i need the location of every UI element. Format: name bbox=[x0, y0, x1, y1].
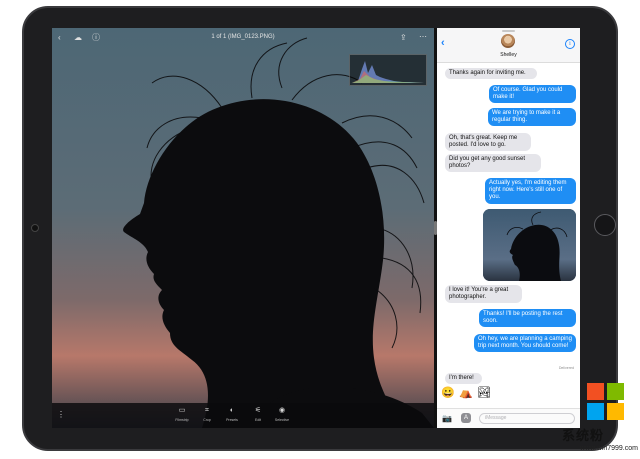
sent-message-bubble[interactable]: Actually yes, I'm editing them right now… bbox=[485, 178, 576, 204]
windows-logo bbox=[587, 383, 627, 423]
watermark-brand: 系统粉 bbox=[562, 429, 605, 444]
logo-square-green bbox=[607, 383, 624, 400]
ipad-screen: ‹ ☁ ⓘ 1 of 1 (IMG_0123.PNG) ⇪ ⋯ ⋮ ▭ Films… bbox=[52, 28, 580, 428]
sent-message-bubble[interactable]: We are trying to make it a regular thing… bbox=[488, 108, 576, 127]
avatar[interactable] bbox=[501, 34, 515, 48]
received-message-bubble[interactable]: I love it! You're a great photographer. bbox=[445, 285, 522, 304]
share-icon[interactable]: ⇪ bbox=[400, 34, 407, 42]
sent-message-bubble[interactable]: Thanks! I'll be posting the rest soon. bbox=[479, 309, 576, 328]
photo-title: 1 of 1 (IMG_0123.PNG) bbox=[211, 34, 275, 40]
tool-label: Selective bbox=[274, 418, 290, 422]
messages-pane: ‹ Shelley i Delivered 😀 ⛺ 🏞 📷 A iMessage… bbox=[437, 28, 580, 428]
shared-photo[interactable] bbox=[483, 209, 576, 281]
info-icon[interactable]: i bbox=[565, 39, 575, 49]
selective-icon: ◉ bbox=[278, 407, 286, 414]
home-button[interactable] bbox=[594, 214, 616, 236]
received-message-bubble[interactable]: I'm there! bbox=[445, 373, 482, 385]
sent-message-bubble[interactable]: Of course. Glad you could make it! bbox=[489, 85, 576, 104]
contact-name: Shelley bbox=[500, 52, 517, 58]
logo-square-yellow bbox=[607, 403, 624, 420]
front-camera bbox=[31, 224, 39, 232]
received-message-bubble[interactable]: Oh, that's great. Keep me posted. I'd lo… bbox=[445, 133, 531, 152]
emoji-grinning: 😀 bbox=[441, 387, 455, 399]
delivered-status: Delivered bbox=[558, 366, 574, 370]
compose-bar: 📷 A iMessage bbox=[437, 408, 580, 428]
slide-over-grabber[interactable] bbox=[502, 30, 515, 32]
camera-icon[interactable]: 📷 bbox=[442, 414, 452, 423]
logo-square-blue bbox=[587, 403, 604, 420]
watermark-url: www.win7999.com bbox=[580, 445, 638, 452]
histogram bbox=[349, 54, 427, 86]
received-message-bubble[interactable]: Thanks again for inviting me. bbox=[445, 68, 537, 80]
emoji-tent: ⛺ bbox=[459, 387, 473, 399]
app-store-icon[interactable]: A bbox=[461, 413, 471, 423]
photo-editor-pane: ‹ ☁ ⓘ 1 of 1 (IMG_0123.PNG) ⇪ ⋯ ⋮ ▭ Films… bbox=[52, 28, 434, 428]
tool-selective[interactable]: ◉ Selective bbox=[267, 407, 297, 422]
imessage-input[interactable]: iMessage bbox=[479, 413, 575, 424]
emoji-landscape: 🏞 bbox=[477, 387, 491, 399]
more-options-icon[interactable]: ⋯ bbox=[419, 33, 427, 41]
sent-message-bubble[interactable]: Oh hey, we are planning a camping trip n… bbox=[474, 334, 576, 353]
more-vertical-icon[interactable]: ⋮ bbox=[57, 410, 65, 419]
editor-toolbar: ⋮ ▭ Filmstrip ⌗ Crop ◐ Presets ⚟ Edit ◉ Selective bbox=[52, 403, 434, 428]
back-chevron-icon[interactable]: ‹ bbox=[441, 37, 445, 49]
edited-photo bbox=[52, 28, 434, 428]
received-message-bubble[interactable]: Did you get any good sunset photos? bbox=[445, 154, 541, 173]
conversation-header: ‹ Shelley i bbox=[437, 28, 580, 63]
logo-square-red bbox=[587, 383, 604, 400]
